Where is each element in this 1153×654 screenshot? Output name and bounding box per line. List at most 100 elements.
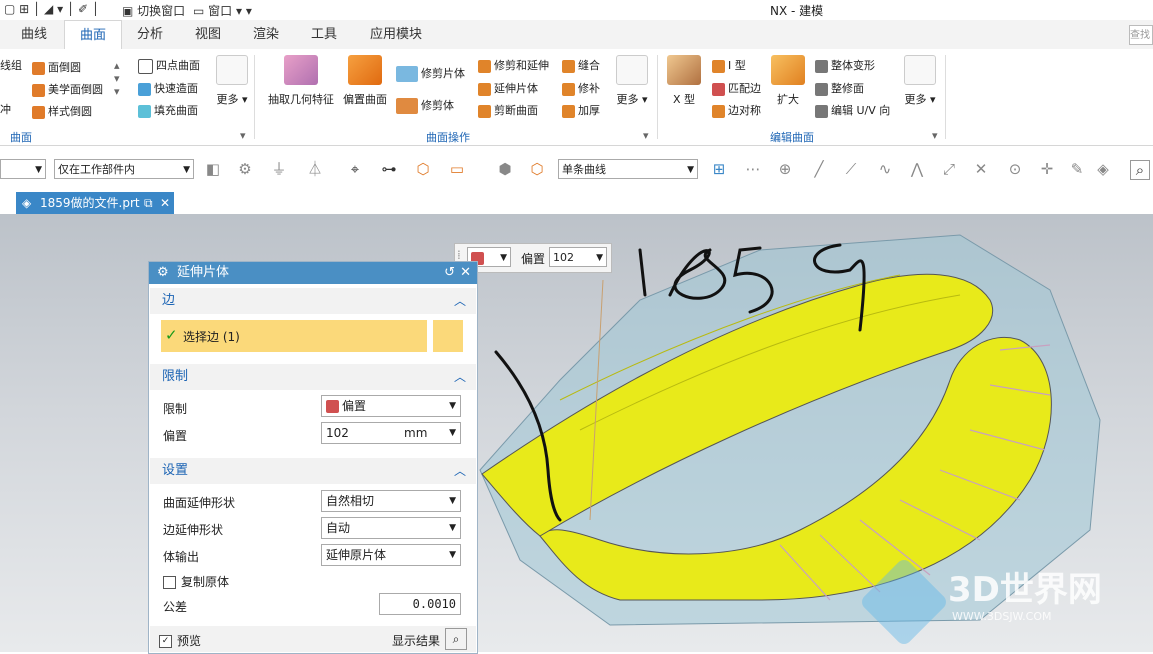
show-result-label[interactable]: 显示结果 [392,632,440,649]
quick-surface-button[interactable]: 快速造面 [138,80,198,96]
quick-access-icons[interactable]: ▢ ⊞ │ ◢ ▾ │ ✐ │ [4,2,99,16]
surface-ops-more-button[interactable]: 更多 ▾ [614,55,650,119]
more-dots-icon[interactable]: ⋯ [744,160,762,178]
tab-view[interactable]: 视图 [182,20,234,49]
trim-body-button[interactable]: 修剪体 [396,97,454,114]
four-point-surface-button[interactable]: 四点曲面 [138,57,200,74]
pen-icon[interactable]: ✎ [1068,160,1086,178]
edge-extension-combo[interactable]: 自动 ▼ [321,517,461,539]
extract-geometry-button[interactable]: 抽取几何特征 [266,55,336,107]
fill-surface-button[interactable]: 填充曲面 [138,102,198,118]
thicken-button[interactable]: 加厚 [562,102,600,118]
body-output-combo[interactable]: 延伸原片体 ▼ [321,544,461,566]
close-icon[interactable]: ✕ [160,192,170,214]
tab-analysis[interactable]: 分析 [124,20,176,49]
face-blend-button[interactable]: 面倒圆 [32,59,81,75]
select-edge-row[interactable]: ✓ 选择边 (1) [161,320,427,352]
snap-grid-icon[interactable]: ⊞ [710,160,728,178]
circle-center-icon[interactable]: ⊙ [1006,160,1024,178]
collapse-icon[interactable]: ︿ [454,288,466,314]
patch-button[interactable]: 修补 [562,80,600,96]
global-shaping-button[interactable]: 整体变形 [815,57,875,73]
intersection-icon[interactable]: ✕ [972,160,990,178]
group-edit-surface-expand[interactable]: ▾ [932,129,938,142]
restore-icon[interactable]: ⧉ [144,192,153,214]
styled-blend-button[interactable]: 样式倒圆 [32,103,92,119]
group-surface-expand[interactable]: ▾ [240,129,246,142]
polyline-icon[interactable]: ⟋ [842,160,860,178]
preview-checkbox[interactable]: ✓ 预览 [159,632,201,649]
select-body-icon[interactable]: ◧ [204,160,222,178]
spline-icon[interactable]: ∿ [876,160,894,178]
tab-tools[interactable]: 工具 [298,20,350,49]
search-input[interactable]: 查找 [1129,25,1153,45]
point-icon[interactable]: ✛ [1038,160,1056,178]
filter-dropdown-icon[interactable]: ⏃ [306,160,324,178]
switch-window-button[interactable]: ▣ 切换窗口 [122,2,185,19]
view-cube-icon[interactable]: ⬢ [496,160,514,178]
checkbox-icon[interactable] [163,576,176,589]
scope-filter-combo[interactable]: 仅在工作部件内 ▼ [54,159,194,179]
drag-handle-icon[interactable]: ⁞ [457,248,461,262]
tab-render[interactable]: 渲染 [240,20,292,49]
copy-original-checkbox[interactable]: 复制原体 [163,573,229,590]
surface-more-button[interactable]: 更多 ▾ [214,55,250,119]
select-face-icon[interactable]: ▭ [448,160,466,178]
window-menu[interactable]: ▭ 窗口 ▾ ▾ [193,2,252,19]
extend-sheet-button[interactable]: 延伸片体 [478,80,538,96]
file-tab[interactable]: ◈ 1859做的文件.prt ⧉ ✕ [16,192,174,214]
polyline-points-icon[interactable]: ⋀ [908,160,926,178]
tab-curve[interactable]: 曲线 [8,20,60,49]
offset-input[interactable]: 102 mm ▼ [321,422,461,444]
limit-combo[interactable]: 偏置 ▼ [321,395,461,417]
filter-icon[interactable]: ⏚ [270,160,288,178]
float-offset-input[interactable]: 102 ▼ [549,247,607,267]
curve-rule-combo[interactable]: 单条曲线 ▼ [558,159,698,179]
zoom-window-icon[interactable]: ⌕ [1130,160,1150,180]
checkbox-checked-icon[interactable]: ✓ [159,635,172,648]
section-limit-header[interactable]: 限制 ︿ [150,364,476,390]
chain-icon[interactable]: ⤢ [940,160,958,178]
edit-uv-button[interactable]: 编辑 U/V 向 [815,102,890,118]
line-icon[interactable]: ╱ [810,160,828,178]
select-feature-icon[interactable]: ⚙ [236,160,254,178]
select-solid-icon[interactable]: ⬡ [414,160,432,178]
collapse-icon[interactable]: ︿ [454,364,466,390]
type-filter-combo[interactable]: ▼ [0,159,46,179]
collapse-icon[interactable]: ︿ [454,458,466,484]
ribbon-cut-label-2[interactable]: 冲 [0,101,11,117]
tab-applications[interactable]: 应用模块 [360,20,432,49]
x-form-button[interactable]: X 型 [664,55,704,107]
reset-icon[interactable]: ↺ [444,262,455,284]
edge-symmetry-button[interactable]: 边对称 [712,102,761,118]
snap-point-icon[interactable]: ⌖ [346,160,364,178]
edit-surface-more-button[interactable]: 更多 ▾ [902,55,938,119]
sew-button[interactable]: 缝合 [562,57,600,73]
trim-sheet-button[interactable]: 修剪片体 [396,65,465,82]
enlarge-button[interactable]: 扩大 [770,55,806,107]
tolerance-input[interactable]: 0.0010 [379,593,461,615]
i-form-button[interactable]: I 型 [712,57,746,73]
aesthetic-blend-button[interactable]: 美学面倒圆 [32,81,103,97]
ribbon-cut-label-1[interactable]: 线组 [0,57,22,73]
surface-extension-combo[interactable]: 自然相切 ▼ [321,490,461,512]
section-edge-header[interactable]: 边 ︿ [150,288,476,314]
divide-surface-button[interactable]: 剪断曲面 [478,102,538,118]
section-settings-header[interactable]: 设置 ︿ [150,458,476,484]
blend-dropdown-arrows[interactable]: ▴ ▾ ▾ [114,59,120,98]
magnifier-icon[interactable]: ⌕ [445,628,467,650]
crosshair-icon[interactable]: ⊕ [776,160,794,178]
refit-face-button[interactable]: 整修面 [815,80,864,96]
edge-select-icon[interactable] [431,320,463,352]
close-icon[interactable]: ✕ [460,262,471,284]
trim-extend-button[interactable]: 修剪和延伸 [478,57,549,73]
group-surface-ops-expand[interactable]: ▾ [643,129,649,142]
gear-icon[interactable]: ⚙ [157,262,169,284]
edge-symmetry-label: 边对称 [728,104,761,117]
eraser-icon[interactable]: ◈ [1094,160,1112,178]
match-edge-button[interactable]: 匹配边 [712,80,761,96]
view-box-icon[interactable]: ⬡ [528,160,546,178]
offset-surface-button[interactable]: 偏置曲面 [340,55,390,107]
hierarchy-icon[interactable]: ⊶ [380,160,398,178]
tab-surface[interactable]: 曲面 [64,20,122,51]
